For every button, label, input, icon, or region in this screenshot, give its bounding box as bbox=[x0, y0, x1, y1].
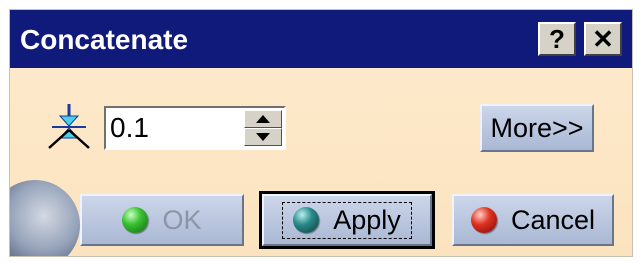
cancel-button[interactable]: Cancel bbox=[452, 194, 614, 246]
spin-down-button[interactable] bbox=[244, 128, 282, 146]
concatenate-dialog: Concatenate ? ✕ More>> bbox=[9, 9, 633, 257]
title-bar[interactable]: Concatenate ? ✕ bbox=[10, 10, 632, 68]
more-button[interactable]: More>> bbox=[480, 104, 594, 152]
background-decoration bbox=[10, 180, 80, 256]
arrow-down-icon bbox=[256, 133, 270, 141]
ok-button[interactable]: OK bbox=[80, 194, 244, 246]
apply-label: Apply bbox=[333, 204, 401, 235]
tolerance-input[interactable] bbox=[108, 110, 240, 146]
dark-green-led-icon bbox=[293, 207, 320, 233]
close-button[interactable]: ✕ bbox=[584, 22, 622, 56]
green-led-icon bbox=[122, 207, 149, 233]
tolerance-spinner[interactable] bbox=[104, 106, 286, 150]
spin-up-button[interactable] bbox=[244, 110, 282, 128]
tolerance-icon bbox=[48, 104, 90, 149]
help-button[interactable]: ? bbox=[538, 22, 576, 56]
cancel-label: Cancel bbox=[510, 204, 596, 235]
apply-button[interactable]: Apply bbox=[259, 191, 435, 249]
dialog-title: Concatenate bbox=[20, 24, 189, 55]
spinner-buttons bbox=[244, 110, 282, 146]
apply-focus-ring: Apply bbox=[282, 201, 412, 239]
red-led-icon bbox=[470, 207, 497, 233]
arrow-up-icon bbox=[256, 115, 270, 123]
dialog-body: More>> OK Apply Cancel bbox=[10, 68, 632, 256]
ok-label: OK bbox=[162, 204, 202, 235]
